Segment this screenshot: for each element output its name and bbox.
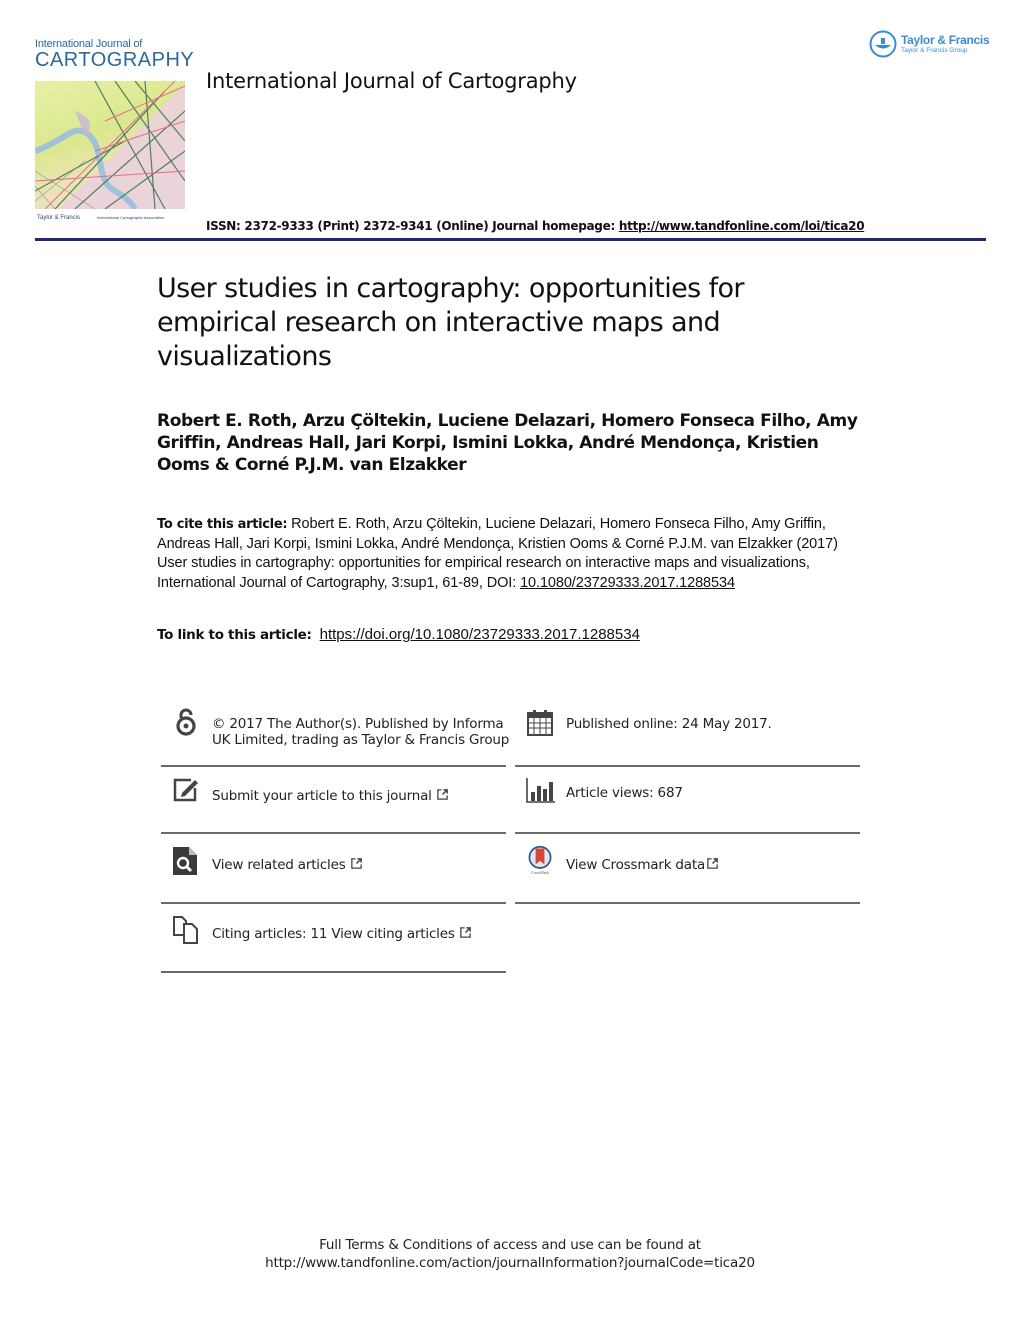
related-articles-link[interactable]: View related articles [212,857,512,873]
terms-footer: Full Terms & Conditions of access and us… [0,1236,1020,1272]
license-text: © 2017 The Author(s). Published by Infor… [212,716,510,748]
divider [161,832,506,834]
citation-label: To cite this article: [157,517,288,532]
related-articles-text: View related articles [212,857,346,873]
edit-icon [173,778,198,802]
article-views-text: Article views: 687 [566,785,683,801]
divider [515,765,860,767]
journal-name: International Journal of Cartography [206,69,577,93]
crossmark-text: View Crossmark data [566,857,706,873]
article-authors: Robert E. Roth, Arzu Çöltekin, Luciene D… [157,411,858,475]
bar-chart-icon [526,778,555,803]
citation-block: To cite this article: Robert E. Roth, Ar… [157,515,847,593]
calendar-icon [527,710,553,736]
citing-articles-link[interactable]: Citing articles: 11 View citing articles [212,926,512,942]
article-link-line: To link to this article: https://doi.org/… [157,626,640,643]
divider [161,971,506,973]
external-link-icon [350,858,362,869]
external-link-icon [459,927,471,938]
terms-url[interactable]: http://www.tandfonline.com/action/journa… [0,1254,1020,1272]
issn-line: ISSN: 2372-9333 (Print) 2372-9341 (Onlin… [206,219,865,233]
cover-publisher-logo: Taylor & Francis [37,215,81,221]
cover-title-big: CARTOGRAPHY [35,49,195,71]
document-search-icon [173,847,197,875]
svg-text:CrossMark: CrossMark [531,870,549,875]
divider [161,765,506,767]
issn-text: ISSN: 2372-9333 (Print) 2372-9341 (Onlin… [206,219,619,233]
copy-documents-icon [173,916,198,944]
publisher-logo-icon [869,30,897,58]
terms-line-1: Full Terms & Conditions of access and us… [319,1237,701,1253]
cover-logos: Taylor & Francis International Cartograp… [35,211,185,229]
published-text: Published online: 24 May 2017. [566,716,772,732]
article-doi-url[interactable]: https://doi.org/10.1080/23729333.2017.12… [320,626,640,643]
citation-doi-link[interactable]: 10.1080/23729333.2017.1288534 [520,575,735,591]
journal-cover: International Journal of CARTOGRAPHY Tay… [35,38,195,230]
open-access-icon [176,708,196,736]
publisher-logo: Taylor & Francis Taylor & Francis Group [869,30,994,60]
crossmark-icon: CrossMark [528,845,552,875]
map-illustration [35,81,185,209]
external-link-icon [436,789,448,800]
citing-articles-text: Citing articles: 11 View citing articles [212,926,455,942]
external-link-icon [707,858,718,869]
article-link-label: To link to this article: [157,627,312,643]
crossmark-link[interactable]: View Crossmark data [566,857,856,873]
publisher-brand: Taylor & Francis [901,33,990,47]
header-divider [35,238,986,241]
divider [161,902,506,904]
divider [515,832,860,834]
journal-homepage-link[interactable]: http://www.tandfonline.com/loi/tica20 [619,219,865,233]
cover-association-logo: International Cartographic Association [97,215,165,220]
article-title: User studies in cartography: opportuniti… [157,273,745,372]
cover-map-image [35,81,185,209]
submit-article-text: Submit your article to this journal [212,788,432,804]
publisher-sub: Taylor & Francis Group [901,47,968,54]
submit-article-link[interactable]: Submit your article to this journal [212,788,512,804]
divider [515,902,860,904]
